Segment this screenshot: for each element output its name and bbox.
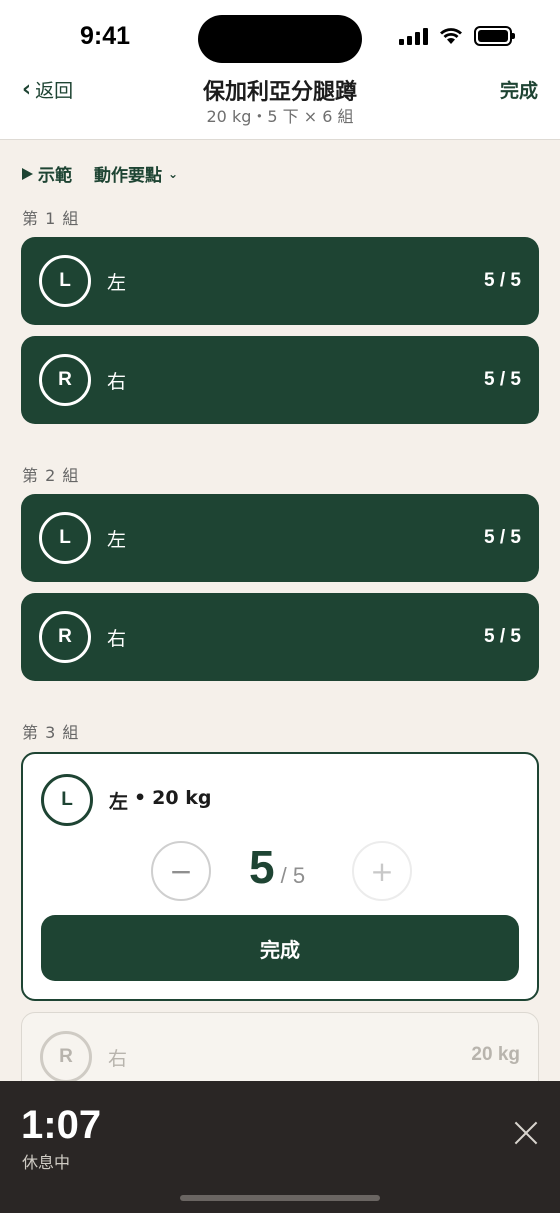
active-side-info: 左 • 20 kg	[109, 787, 211, 814]
finish-workout-button[interactable]: 完成	[500, 76, 538, 103]
side-badge: R	[39, 354, 91, 406]
increment-reps-button[interactable]: +	[352, 841, 412, 901]
rest-timer-bar: 1:07 休息中	[0, 1081, 560, 1213]
page-title: 保加利亞分腿蹲	[202, 80, 357, 105]
tips-label: 動作要點	[94, 166, 162, 186]
home-indicator	[180, 1195, 380, 1201]
demo-button[interactable]: 示範	[22, 161, 72, 186]
play-icon	[22, 167, 33, 180]
side-reps: 5 / 5	[484, 626, 521, 647]
current-reps: 5	[249, 841, 275, 893]
rest-label: 休息中	[22, 1153, 71, 1172]
side-card-completed[interactable]: L 左 5 / 5	[21, 237, 539, 325]
complete-side-button[interactable]: 完成	[41, 915, 519, 981]
active-side-card: L 左 • 20 kg − 5 / 5 + 完成	[21, 752, 539, 1001]
side-name: 右	[107, 627, 127, 650]
side-badge: R	[40, 1031, 92, 1083]
reps-stepper: − 5 / 5 +	[23, 840, 536, 901]
side-reps: 5 / 5	[484, 270, 521, 291]
battery-icon	[474, 26, 515, 46]
demo-label: 示範	[38, 166, 72, 186]
side-card-completed[interactable]: L 左 5 / 5	[21, 494, 539, 582]
separator: •	[134, 786, 147, 809]
side-name: 右	[108, 1048, 128, 1070]
active-side-header: L 左 • 20 kg	[41, 774, 211, 826]
cellular-signal-icon	[399, 27, 428, 45]
side-name: 右	[107, 370, 127, 393]
side-card-completed[interactable]: R 右 5 / 5	[21, 336, 539, 424]
rest-timer: 1:07	[21, 1103, 102, 1147]
side-name: 左	[107, 271, 127, 294]
side-weight: 20 kg	[152, 786, 212, 809]
set-label: 第 1 組	[22, 209, 80, 228]
chevron-down-icon: ⌄	[168, 166, 179, 181]
close-icon[interactable]	[514, 1121, 538, 1145]
side-badge: L	[41, 774, 93, 826]
side-name: 左	[109, 790, 129, 813]
status-time: 9:41	[80, 22, 131, 50]
status-bar: 9:41	[0, 0, 560, 70]
status-icons	[399, 26, 515, 46]
side-badge: R	[39, 611, 91, 663]
set-label: 第 2 組	[22, 466, 80, 485]
dynamic-island	[198, 15, 362, 63]
side-reps: 5 / 5	[484, 527, 521, 548]
rep-count: 5 / 5	[249, 840, 305, 894]
side-reps: 5 / 5	[484, 369, 521, 390]
exercise-toolbar: 示範 動作要點 ⌄	[22, 161, 178, 186]
form-tips-button[interactable]: 動作要點 ⌄	[94, 161, 178, 186]
decrement-reps-button[interactable]: −	[151, 841, 211, 901]
total-reps: / 5	[280, 863, 306, 888]
wifi-icon	[440, 28, 462, 44]
page-subtitle: 20 kg・5 下 × 6 組	[206, 107, 354, 126]
side-name: 左	[107, 528, 127, 551]
side-badge: L	[39, 512, 91, 564]
set-label: 第 3 組	[22, 723, 80, 742]
nav-header: ‹ 返回 保加利亞分腿蹲 20 kg・5 下 × 6 組 完成	[0, 70, 560, 140]
side-badge: L	[39, 255, 91, 307]
side-card-completed[interactable]: R 右 5 / 5	[21, 593, 539, 681]
side-weight: 20 kg	[471, 1044, 520, 1065]
